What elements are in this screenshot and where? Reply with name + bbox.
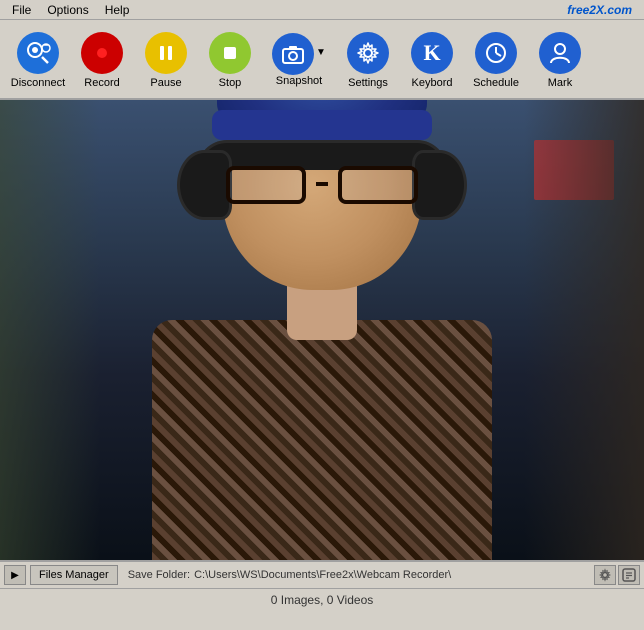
mark-button[interactable]: Mark (530, 24, 590, 94)
menu-file[interactable]: File (4, 2, 39, 18)
record-button[interactable]: Record (72, 24, 132, 94)
svg-text:K: K (423, 40, 440, 65)
info-text: 0 Images, 0 Videos (271, 593, 374, 607)
toolbar: Disconnect Record Pause Stop (0, 20, 644, 100)
stop-label: Stop (219, 77, 242, 89)
snapshot-icon (272, 33, 314, 75)
mark-icon (539, 32, 581, 74)
menubar: File Options Help free2X.com (0, 0, 644, 20)
menu-options[interactable]: Options (39, 2, 96, 18)
disconnect-button[interactable]: Disconnect (8, 24, 68, 94)
keyboard-icon: K (411, 32, 453, 74)
snapshot-dropdown-arrow[interactable]: ▼ (316, 47, 326, 58)
glasses-left (226, 166, 306, 204)
headphone-left (177, 150, 232, 220)
save-folder-label: Save Folder: (128, 569, 190, 581)
statusbar-icons (594, 565, 640, 585)
webcam-feed (0, 100, 644, 560)
files-manager-label: Files Manager (39, 569, 109, 581)
save-folder-path: C:\Users\WS\Documents\Free2x\Webcam Reco… (194, 569, 451, 581)
settings-icon (347, 32, 389, 74)
files-manager-button[interactable]: Files Manager (30, 565, 118, 585)
schedule-button[interactable]: Schedule (466, 24, 526, 94)
keyboard-button[interactable]: K Keybord (402, 24, 462, 94)
headphone-right (412, 150, 467, 220)
bg-left (0, 100, 100, 560)
glasses-right (338, 166, 418, 204)
video-area (0, 100, 644, 560)
snapshot-label: Snapshot (276, 75, 322, 87)
disconnect-icon (17, 32, 59, 74)
schedule-icon (475, 32, 517, 74)
keyboard-label: Keybord (412, 77, 453, 89)
settings-status-button[interactable] (594, 565, 616, 585)
settings-label: Settings (348, 77, 388, 89)
stop-icon (209, 32, 251, 74)
glasses-bridge (316, 182, 328, 188)
settings-button[interactable]: Settings (338, 24, 398, 94)
info-status-button[interactable] (618, 565, 640, 585)
record-label: Record (84, 77, 119, 89)
record-icon (81, 32, 123, 74)
snapshot-button[interactable]: ▼ Snapshot (264, 24, 334, 94)
brand-label: free2X.com (559, 2, 640, 18)
beanie-brim (212, 110, 432, 140)
pause-button[interactable]: Pause (136, 24, 196, 94)
play-button[interactable]: ▶ (4, 565, 26, 585)
schedule-label: Schedule (473, 77, 519, 89)
menu-help[interactable]: Help (97, 2, 138, 18)
mark-label: Mark (548, 77, 572, 89)
bg-right (524, 100, 644, 560)
person-shirt (152, 320, 492, 560)
pause-label: Pause (150, 77, 181, 89)
infobar: 0 Images, 0 Videos (0, 588, 644, 610)
disconnect-label: Disconnect (11, 77, 65, 89)
pause-icon (145, 32, 187, 74)
statusbar: ▶ Files Manager Save Folder: C:\Users\WS… (0, 560, 644, 588)
stop-button[interactable]: Stop (200, 24, 260, 94)
